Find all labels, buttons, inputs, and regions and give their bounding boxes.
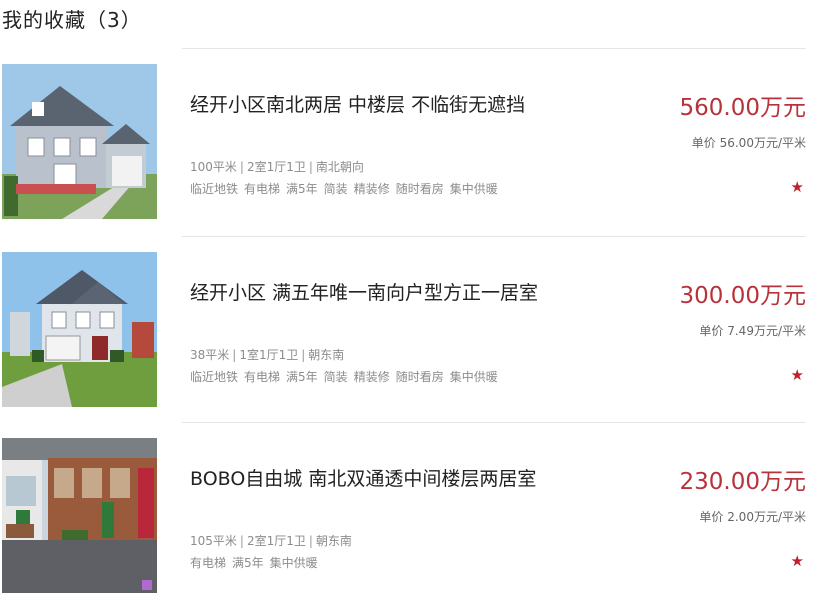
- tag: 临近地铁: [190, 182, 239, 196]
- favorite-item: BOBO自由城 南北双通透中间楼层两居室 230.00万元 单价 2.00万元/…: [0, 438, 832, 608]
- tag: 有电梯: [244, 370, 281, 384]
- divider: [182, 236, 806, 237]
- total-price: 300.00万元: [679, 283, 806, 309]
- star-icon[interactable]: ★: [791, 552, 804, 570]
- listing-specs: 38平米 | 1室1厅1卫 | 朝东南: [190, 348, 345, 362]
- feature-tags: 临近地铁 有电梯 满5年 简装 精装修 随时看房 集中供暖: [190, 368, 504, 385]
- tag: 满5年: [286, 370, 318, 384]
- area: 105平米: [190, 534, 237, 548]
- tag: 有电梯: [244, 182, 281, 196]
- unit-price: 单价 2.00万元/平米: [699, 510, 806, 524]
- listing-title[interactable]: 经开小区南北两居 中楼层 不临街无遮挡: [190, 90, 525, 117]
- tag: 随时看房: [395, 182, 444, 196]
- area: 100平米: [190, 160, 237, 174]
- tag: 精装修: [353, 182, 390, 196]
- favorite-item: 经开小区 满五年唯一南向户型方正一居室 300.00万元 单价 7.49万元/平…: [0, 252, 832, 422]
- tag: 临近地铁: [190, 370, 239, 384]
- tag: 集中供暖: [449, 182, 498, 196]
- house-photo[interactable]: [2, 252, 157, 407]
- orientation: 朝东南: [315, 534, 352, 548]
- room-layout: 1室1厅1卫: [239, 348, 299, 362]
- house-photo[interactable]: [2, 64, 157, 219]
- unit-price: 单价 7.49万元/平米: [699, 324, 806, 338]
- feature-tags: 临近地铁 有电梯 满5年 简装 精装修 随时看房 集中供暖: [190, 180, 504, 197]
- star-icon[interactable]: ★: [791, 366, 804, 384]
- listing-title[interactable]: 经开小区 满五年唯一南向户型方正一居室: [190, 278, 538, 305]
- room-layout: 2室1厅1卫: [246, 534, 306, 548]
- feature-tags: 有电梯 满5年 集中供暖: [190, 554, 324, 571]
- divider: [182, 422, 806, 423]
- total-price: 560.00万元: [679, 95, 806, 121]
- tag: 集中供暖: [449, 370, 498, 384]
- tag: 有电梯: [190, 556, 227, 570]
- room-layout: 2室1厅1卫: [246, 160, 306, 174]
- tag: 集中供暖: [269, 556, 318, 570]
- orientation: 南北朝向: [315, 160, 364, 174]
- area: 38平米: [190, 348, 230, 362]
- star-icon[interactable]: ★: [791, 178, 804, 196]
- tag: 简装: [323, 182, 348, 196]
- house-photo[interactable]: [2, 438, 157, 593]
- tag: 精装修: [353, 370, 390, 384]
- listing-specs: 105平米 | 2室1厅1卫 | 朝东南: [190, 534, 352, 548]
- divider: [182, 48, 806, 49]
- unit-price: 单价 56.00万元/平米: [691, 136, 806, 150]
- orientation: 朝东南: [308, 348, 345, 362]
- listing-title[interactable]: BOBO自由城 南北双通透中间楼层两居室: [190, 464, 536, 491]
- tag: 满5年: [232, 556, 264, 570]
- listing-specs: 100平米 | 2室1厅1卫 | 南北朝向: [190, 160, 364, 174]
- tag: 简装: [323, 370, 348, 384]
- page-title: 我的收藏（3）: [2, 8, 142, 32]
- tag: 满5年: [286, 182, 318, 196]
- total-price: 230.00万元: [679, 469, 806, 495]
- favorite-item: 经开小区南北两居 中楼层 不临街无遮挡 560.00万元 单价 56.00万元/…: [0, 64, 832, 234]
- tag: 随时看房: [395, 370, 444, 384]
